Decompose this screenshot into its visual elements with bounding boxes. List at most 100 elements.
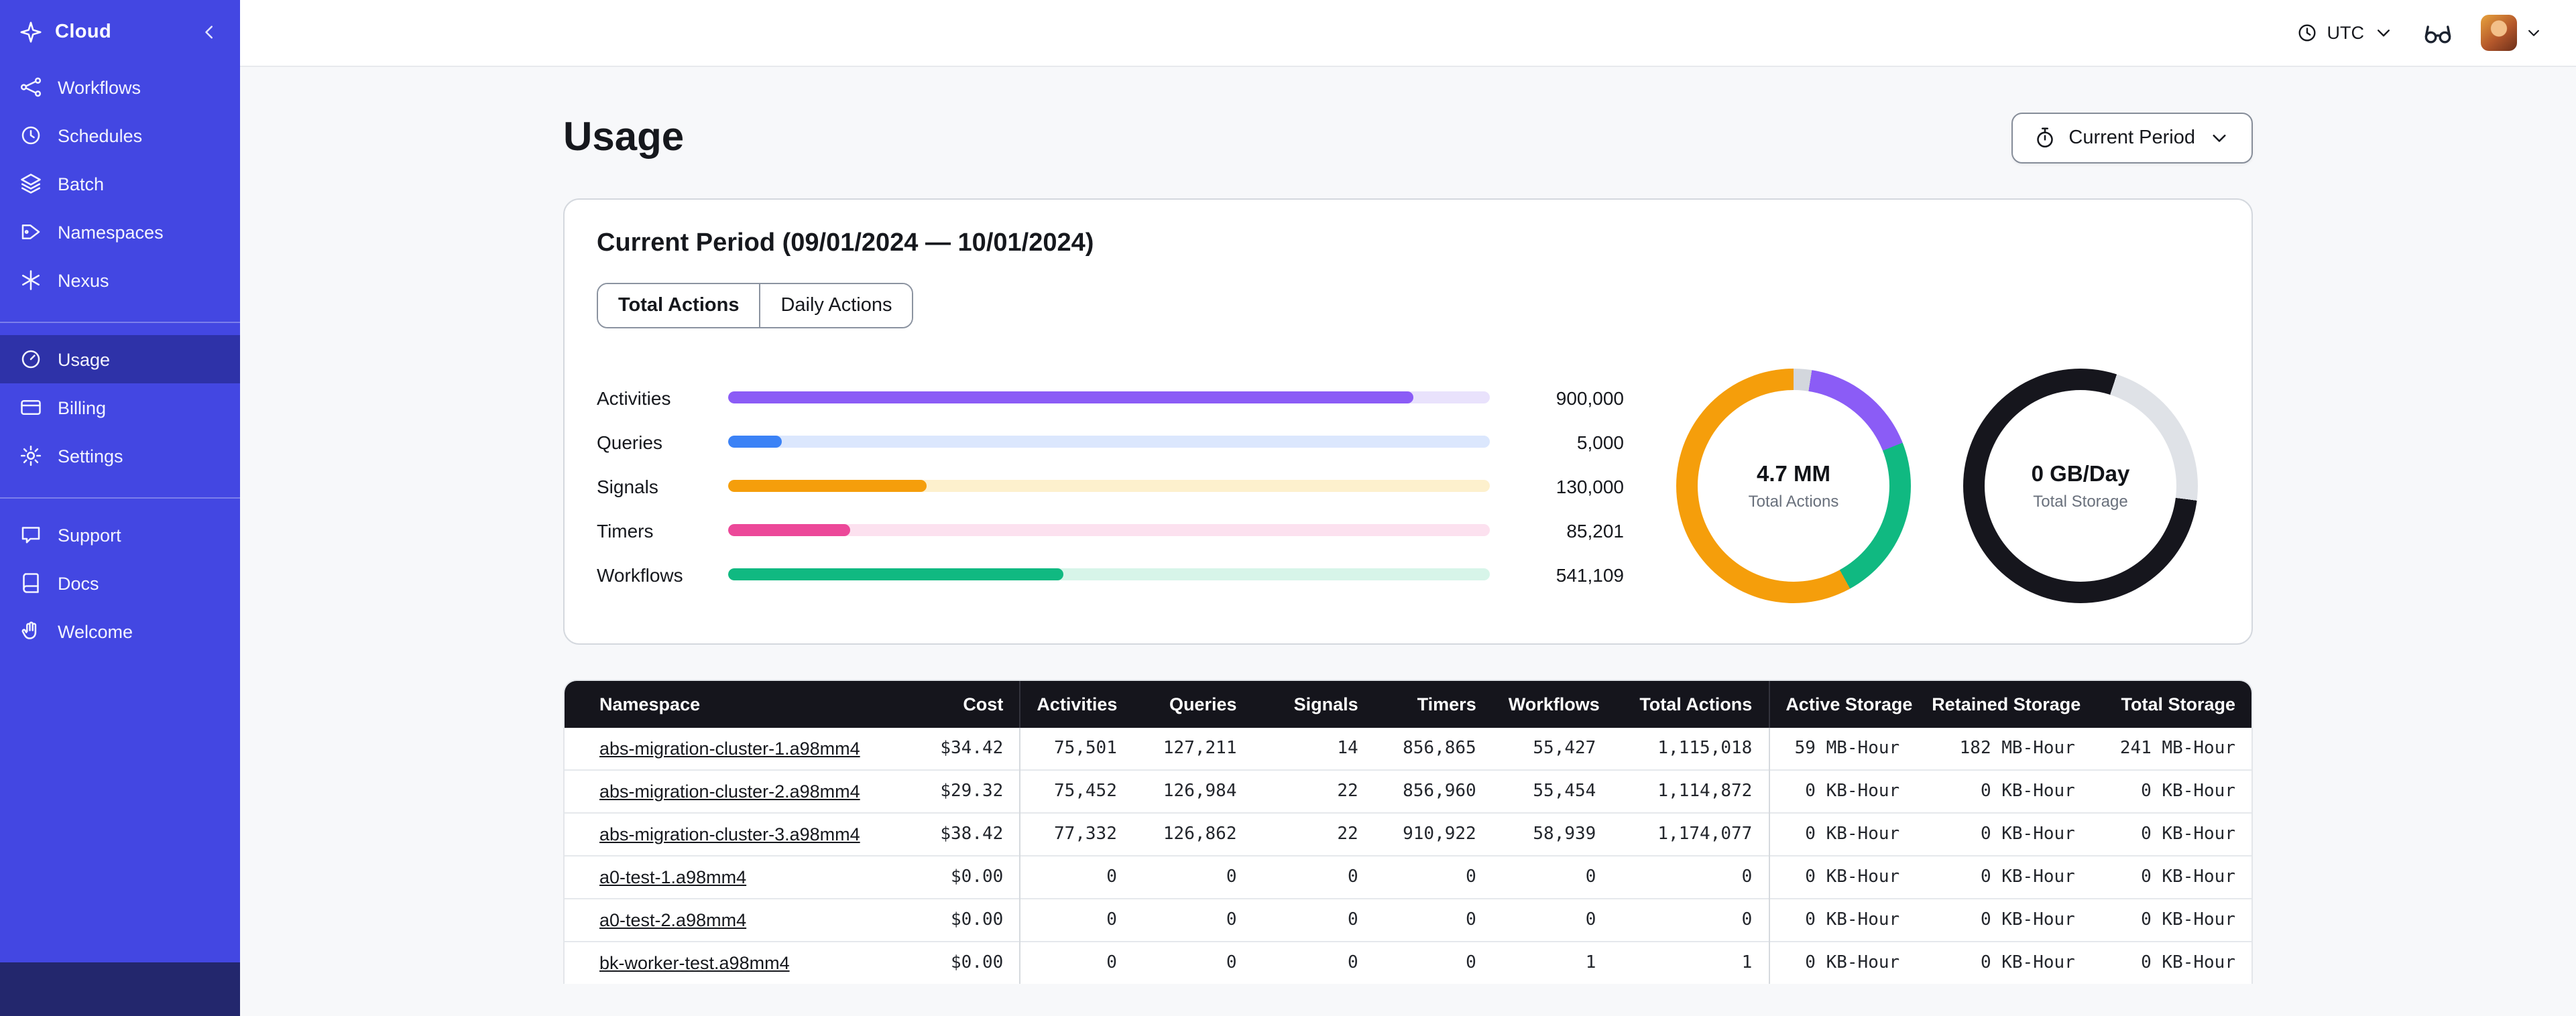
- sidebar-collapse-button[interactable]: [197, 20, 221, 44]
- table-cell: 22: [1252, 769, 1374, 813]
- main-area: UTC Usage Current Period Current Period …: [240, 0, 2576, 1016]
- table-cell: 0: [1020, 941, 1133, 984]
- sidebar-item-workflows[interactable]: Workflows: [0, 63, 240, 111]
- table-row: abs-migration-cluster-2.a98mm4 $29.32 75,4…: [565, 769, 2251, 813]
- bar-row-timers: Timers 85,201: [597, 519, 1624, 541]
- total-actions-donut: 4.7 MM Total Actions: [1676, 369, 1911, 603]
- main-content: Usage Current Period Current Period (09/…: [240, 67, 2576, 1016]
- table-cell: 0 KB-Hour: [1916, 855, 2091, 899]
- workflows-icon: [19, 75, 43, 99]
- table-cell: 0 KB-Hour: [2091, 812, 2251, 856]
- table-cell: 0: [1252, 941, 1374, 984]
- column-header-namespace: Namespace: [565, 681, 894, 728]
- total-storage-label: Total Storage: [2033, 491, 2128, 510]
- timer-icon: [2032, 126, 2056, 150]
- sidebar: Cloud Workflows Schedules Batch Namespaces N…: [0, 0, 240, 1016]
- timezone-label: UTC: [2327, 23, 2365, 43]
- table-cell: 0 KB-Hour: [1769, 855, 1916, 899]
- sidebar-item-schedules[interactable]: Schedules: [0, 111, 240, 160]
- table-cell: 0: [1252, 855, 1374, 899]
- bar-label: Signals: [597, 475, 658, 497]
- sidebar-item-label: Settings: [58, 446, 123, 466]
- namespace-link[interactable]: abs-migration-cluster-1.a98mm4: [599, 739, 860, 759]
- table-cell: 1,114,872: [1612, 769, 1770, 813]
- table-cell: 1,174,077: [1612, 812, 1770, 856]
- bar-row-workflows: Workflows 541,109: [597, 564, 1624, 585]
- sidebar-item-docs[interactable]: Docs: [0, 559, 240, 607]
- sidebar-item-nexus[interactable]: Nexus: [0, 256, 240, 304]
- table-cell: 126,984: [1132, 769, 1253, 813]
- table-cell: bk-worker-test.a98mm4: [565, 941, 894, 984]
- table-cell: 0 KB-Hour: [1769, 941, 1916, 984]
- sidebar-item-settings[interactable]: Settings: [0, 432, 240, 480]
- table-cell: $34.42: [893, 728, 1021, 770]
- bar-value: 900,000: [1556, 387, 1624, 408]
- timezone-selector[interactable]: UTC: [2296, 21, 2396, 44]
- table-cell: a0-test-1.a98mm4: [565, 855, 894, 899]
- usage-bar-chart: Activities 900,000 Queries 5,000 Signals 130,…: [597, 387, 1624, 585]
- period-selector[interactable]: Current Period: [2011, 113, 2253, 164]
- chevron-down-icon: [2372, 21, 2395, 44]
- table-cell: $38.42: [893, 812, 1021, 856]
- sidebar-item-usage[interactable]: Usage: [0, 335, 240, 383]
- table-cell: $0.00: [893, 941, 1021, 984]
- table-cell: 55,454: [1492, 769, 1613, 813]
- table-cell: 59 MB-Hour: [1794, 739, 1900, 759]
- bar-row-queries: Queries 5,000: [597, 431, 1624, 452]
- namespace-link[interactable]: a0-test-1.a98mm4: [599, 867, 746, 887]
- sidebar-item-label: Docs: [58, 573, 99, 593]
- tab-total-actions[interactable]: Total Actions: [598, 284, 760, 327]
- table-cell: 0: [1492, 855, 1613, 899]
- usage-icon: [19, 347, 43, 371]
- namespace-link[interactable]: abs-migration-cluster-3.a98mm4: [599, 824, 860, 844]
- sidebar-group: Usage Billing Settings: [0, 322, 240, 488]
- sidebar-footer: [0, 962, 240, 1016]
- sidebar-item-welcome[interactable]: Welcome: [0, 607, 240, 655]
- temporal-logo-icon: [19, 20, 43, 44]
- table-cell: 22: [1252, 812, 1374, 856]
- period-selector-label: Current Period: [2068, 127, 2195, 149]
- column-header-queries: Queries: [1132, 681, 1253, 728]
- table-cell: 1: [1612, 941, 1770, 984]
- table-cell: 0: [1374, 941, 1492, 984]
- actions-tab-group: Total Actions Daily Actions: [597, 283, 914, 328]
- table-cell: 0: [1132, 898, 1253, 942]
- table-row: a0-test-2.a98mm4 $0.00 0 0 0 0 0 0 0 KB-Hour 0 KB…: [565, 898, 2251, 942]
- table-cell: 127,211: [1163, 739, 1237, 759]
- bar-label: Timers: [597, 519, 654, 541]
- tab-daily-actions[interactable]: Daily Actions: [759, 284, 913, 327]
- table-cell: 0 KB-Hour: [2091, 941, 2251, 984]
- namespace-link[interactable]: a0-test-2.a98mm4: [599, 910, 746, 930]
- sidebar-item-label: Namespaces: [58, 222, 164, 242]
- table-cell: 0: [1132, 941, 1253, 984]
- sidebar-item-label: Support: [58, 525, 121, 545]
- table-row: abs-migration-cluster-3.a98mm4 $38.42 77,3…: [565, 812, 2251, 856]
- table-cell: 0 KB-Hour: [2091, 898, 2251, 942]
- table-cell: 241 MB-Hour: [2119, 739, 2235, 759]
- table-cell: 0: [1252, 898, 1374, 942]
- sidebar-item-namespaces[interactable]: Namespaces: [0, 208, 240, 256]
- glasses-icon[interactable]: [2422, 17, 2454, 49]
- sidebar-item-support[interactable]: Support: [0, 511, 240, 559]
- sidebar-item-batch[interactable]: Batch: [0, 160, 240, 208]
- namespace-link[interactable]: abs-migration-cluster-2.a98mm4: [599, 781, 860, 802]
- batch-icon: [19, 172, 43, 196]
- total-actions-value: 4.7 MM: [1756, 462, 1830, 486]
- table-cell: 182 MB-Hour: [1959, 739, 2075, 759]
- bar-fill: [728, 524, 850, 536]
- bar-fill: [728, 391, 1414, 403]
- clock-icon: [2296, 21, 2319, 44]
- table-cell: 0 KB-Hour: [1769, 898, 1916, 942]
- sidebar-header: Cloud: [0, 0, 240, 60]
- bar-value: 85,201: [1566, 519, 1624, 541]
- sidebar-item-label: Workflows: [58, 77, 141, 97]
- table-cell: 0: [1020, 855, 1133, 899]
- nexus-icon: [19, 268, 43, 292]
- account-menu[interactable]: [2481, 15, 2544, 51]
- namespace-link[interactable]: bk-worker-test.a98mm4: [599, 953, 790, 973]
- table-row: bk-worker-test.a98mm4 $0.00 0 0 0 0 1 1 0 KB-Hou…: [565, 941, 2251, 984]
- bar-row-activities: Activities 900,000: [597, 387, 1624, 408]
- app-root: Cloud Workflows Schedules Batch Namespaces N…: [0, 0, 2576, 1016]
- column-header-workflows: Workflows: [1492, 681, 1613, 728]
- sidebar-item-billing[interactable]: Billing: [0, 383, 240, 432]
